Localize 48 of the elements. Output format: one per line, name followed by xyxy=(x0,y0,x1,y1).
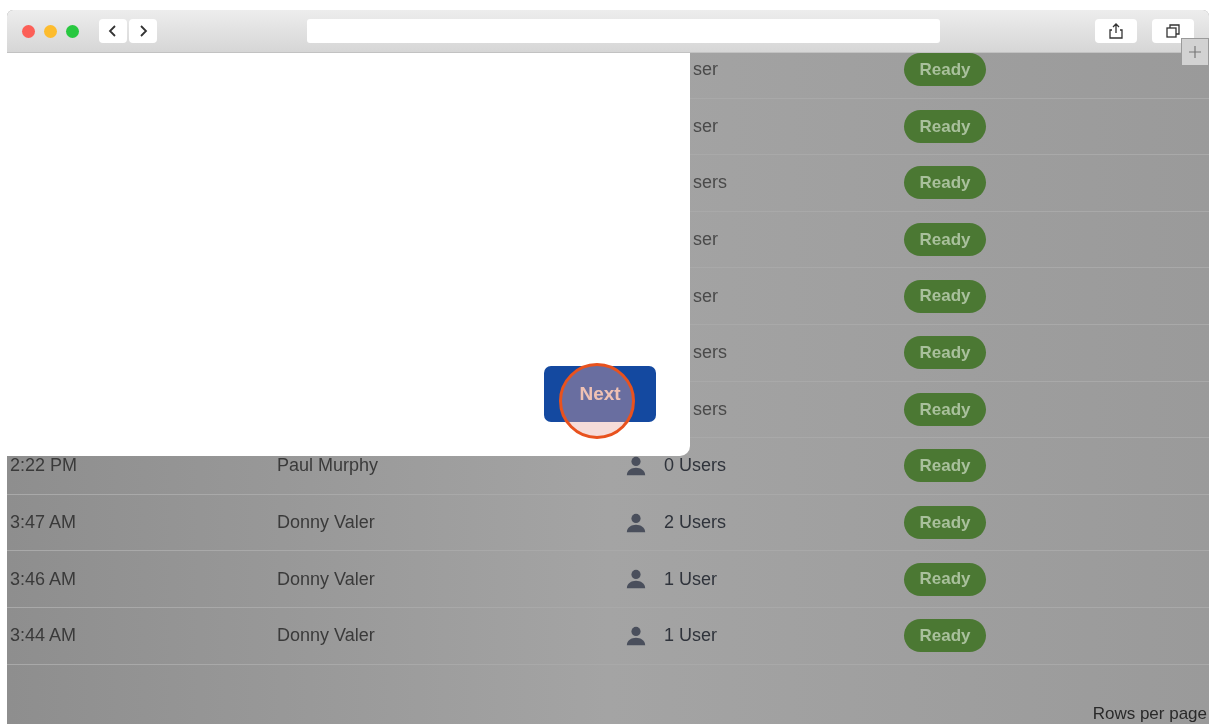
status-badge: Ready xyxy=(904,223,986,257)
users-count: ser xyxy=(693,59,718,80)
back-button[interactable] xyxy=(98,19,127,43)
tabs-button[interactable] xyxy=(1152,19,1194,43)
users-count: 1 User xyxy=(664,568,717,589)
users-count: 2 Users xyxy=(664,512,726,533)
status-badge: Ready xyxy=(904,392,986,426)
status-badge: Ready xyxy=(904,506,986,540)
plus-icon xyxy=(1188,45,1202,59)
user-icon xyxy=(625,624,647,647)
tabs-icon xyxy=(1166,24,1181,38)
owner-name: Donny Valer xyxy=(277,568,375,589)
share-icon xyxy=(1109,23,1124,39)
status-badge: Ready xyxy=(904,562,986,596)
time-text: 3:46 AM xyxy=(10,568,77,589)
users-count: 1 User xyxy=(664,625,717,646)
users-count: sers xyxy=(693,398,727,419)
rows-per-page-label: Rows per page xyxy=(1092,703,1207,723)
status-badge: Ready xyxy=(904,619,986,653)
owner-name: Donny Valer xyxy=(277,512,375,533)
forward-button[interactable] xyxy=(128,19,157,43)
next-button[interactable]: Next xyxy=(544,366,656,422)
users-count: ser xyxy=(693,115,718,136)
status-badge: Ready xyxy=(904,336,986,370)
users-count: 0 Users xyxy=(664,455,726,476)
status-badge: Ready xyxy=(904,279,986,313)
close-window-icon[interactable] xyxy=(22,24,35,38)
status-badge: Ready xyxy=(904,53,986,87)
forward-icon xyxy=(137,24,148,38)
status-badge: Ready xyxy=(904,449,986,483)
status-badge: Ready xyxy=(904,109,986,143)
users-count: sers xyxy=(693,172,727,193)
owner-name: Paul Murphy xyxy=(277,455,379,476)
user-icon xyxy=(625,511,647,534)
maximize-window-icon[interactable] xyxy=(65,24,79,38)
user-icon xyxy=(625,454,647,477)
users-count: ser xyxy=(693,229,718,250)
time-text: 2:22 PM xyxy=(10,455,78,476)
share-button[interactable] xyxy=(1095,19,1138,43)
user-icon xyxy=(625,568,647,591)
time-text: 3:47 AM xyxy=(10,512,77,533)
owner-name: Donny Valer xyxy=(277,625,375,646)
time-text: 3:44 AM xyxy=(10,625,77,646)
users-count: sers xyxy=(693,342,727,363)
back-icon xyxy=(107,24,118,38)
minimize-window-icon[interactable] xyxy=(43,24,57,38)
users-count: ser xyxy=(693,285,718,306)
status-badge: Ready xyxy=(904,166,986,200)
